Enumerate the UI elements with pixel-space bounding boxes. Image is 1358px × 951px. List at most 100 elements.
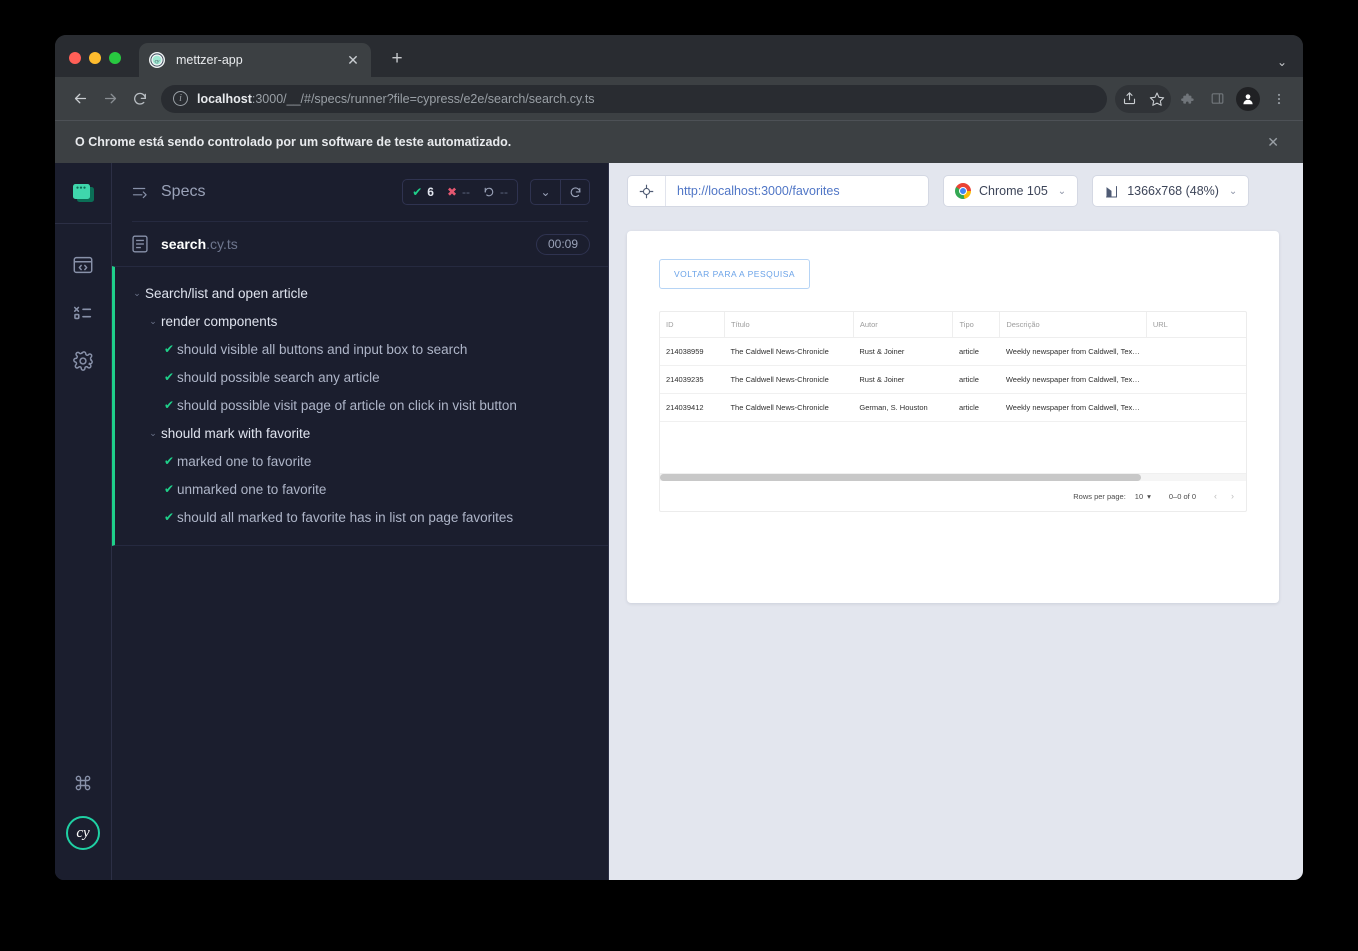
- favorites-table: ID Título Autor Tipo Descrição URL 21403…: [659, 311, 1247, 512]
- side-panel-icon[interactable]: [1203, 85, 1231, 113]
- cypress-app-logo[interactable]: [71, 183, 95, 205]
- chevron-down-icon[interactable]: ⌄: [1229, 186, 1237, 197]
- minimize-window-button[interactable]: [89, 52, 101, 64]
- cell-tipo: article: [952, 365, 1000, 394]
- tab-search-chevron-down-icon[interactable]: ⌄: [1277, 55, 1287, 69]
- cy-logo-icon[interactable]: cy: [66, 816, 100, 850]
- cell-descricao: Weekly newspaper from Caldwell, Texas t.…: [999, 365, 1147, 394]
- browser-code-icon[interactable]: [72, 254, 94, 276]
- suite-row[interactable]: ⌄ Search/list and open article: [115, 279, 608, 307]
- suite-label: Search/list and open article: [145, 285, 308, 301]
- gear-icon[interactable]: [72, 350, 94, 372]
- suite-row[interactable]: ⌄ should mark with favorite: [115, 419, 608, 447]
- test-row[interactable]: ✔ unmarked one to favorite: [115, 475, 608, 503]
- cell-id: 214039412: [660, 393, 725, 422]
- table-row[interactable]: 214039412 The Caldwell News-Chronicle Ge…: [660, 393, 1246, 422]
- table-scrollbar-thumb[interactable]: [660, 474, 1141, 481]
- viewport-selector-chip[interactable]: 1366x768 (48%) ⌄: [1092, 175, 1250, 207]
- selector-playground-icon[interactable]: [628, 176, 666, 206]
- close-window-button[interactable]: [69, 52, 81, 64]
- column-header-url[interactable]: URL: [1145, 312, 1246, 338]
- share-icon[interactable]: [1115, 85, 1143, 113]
- test-row[interactable]: ✔ should visible all buttons and input b…: [115, 335, 608, 363]
- stat-pending: --: [483, 185, 508, 199]
- automation-notice-bar: O Chrome está sendo controlado por um so…: [55, 120, 1303, 163]
- reload-icon[interactable]: [125, 84, 155, 114]
- tab-close-icon[interactable]: ✕: [345, 52, 361, 68]
- specs-list-icon: [132, 185, 149, 199]
- collapse-chevron-down-icon[interactable]: ⌄: [531, 180, 560, 204]
- column-header-tipo[interactable]: Tipo: [952, 312, 1000, 338]
- test-row[interactable]: ✔ should all marked to favorite has in l…: [115, 503, 608, 531]
- command-keyboard-icon[interactable]: [72, 772, 94, 794]
- address-bar[interactable]: i localhost:3000/__/#/specs/runner?file=…: [161, 84, 1107, 113]
- cell-autor: German, S. Houston: [853, 393, 953, 422]
- table-empty-cell: [660, 421, 1246, 474]
- column-header-descricao[interactable]: Descrição: [999, 312, 1147, 338]
- spec-file-extension: .cy.ts: [206, 236, 238, 252]
- file-icon: [132, 235, 148, 253]
- cell-titulo: The Caldwell News-Chronicle: [724, 393, 854, 422]
- table-row[interactable]: 214038959 The Caldwell News-Chronicle Ru…: [660, 337, 1246, 366]
- chevron-down-icon[interactable]: ⌄: [1058, 186, 1066, 197]
- browser-tab[interactable]: cy mettzer-app ✕: [139, 43, 371, 77]
- spec-test-tree: ⌄ Search/list and open article ⌄ render …: [112, 266, 608, 546]
- rail-bottom-items: cy: [66, 772, 100, 880]
- test-row[interactable]: ✔ marked one to favorite: [115, 447, 608, 475]
- profile-avatar-icon[interactable]: [1236, 86, 1260, 111]
- rows-per-page-select[interactable]: 10 ▾: [1135, 492, 1151, 501]
- forward-arrow-right-icon[interactable]: [95, 84, 125, 114]
- kebab-menu-icon[interactable]: [1265, 85, 1293, 113]
- spec-duration-badge: 00:09: [535, 233, 590, 255]
- cell-tipo: article: [952, 337, 1000, 366]
- failed-count: --: [462, 185, 470, 199]
- chevron-left-icon[interactable]: ‹: [1214, 491, 1217, 501]
- back-arrow-left-icon[interactable]: [65, 84, 95, 114]
- cell-titulo: The Caldwell News-Chronicle: [724, 337, 854, 366]
- url-host: localhost: [197, 91, 252, 106]
- suite-row[interactable]: ⌄ render components: [115, 307, 608, 335]
- chevron-down-icon[interactable]: ⌄: [129, 288, 145, 299]
- column-header-id[interactable]: ID: [660, 312, 725, 338]
- table-row[interactable]: 214039235 The Caldwell News-Chronicle Ru…: [660, 365, 1246, 394]
- column-header-autor[interactable]: Autor: [852, 312, 953, 338]
- chevron-down-icon[interactable]: ⌄: [145, 316, 161, 327]
- rail-divider: [55, 223, 111, 224]
- test-row[interactable]: ✔ should possible visit page of article …: [115, 391, 608, 419]
- cell-autor: Rust & Joiner: [853, 365, 953, 394]
- browser-toolbar: i localhost:3000/__/#/specs/runner?file=…: [55, 77, 1303, 120]
- cell-url: [1146, 337, 1246, 366]
- test-label: should all marked to favorite has in lis…: [177, 509, 514, 525]
- browser-selector-chip[interactable]: Chrome 105 ⌄: [943, 175, 1079, 207]
- test-row[interactable]: ✔ should possible search any article: [115, 363, 608, 391]
- column-header-titulo[interactable]: Título: [723, 312, 854, 338]
- notice-close-icon[interactable]: ✕: [1263, 134, 1283, 151]
- star-icon[interactable]: [1143, 85, 1171, 113]
- runs-list-icon[interactable]: [72, 302, 94, 324]
- check-icon: ✔: [163, 454, 175, 468]
- pending-icon: [483, 186, 495, 198]
- maximize-window-button[interactable]: [109, 52, 121, 64]
- back-to-search-button[interactable]: VOLTAR PARA A PESQUISA: [659, 259, 811, 289]
- automation-notice-text: O Chrome está sendo controlado por um so…: [75, 135, 512, 149]
- rerun-reload-icon[interactable]: [560, 180, 589, 204]
- info-circle-icon[interactable]: i: [173, 91, 188, 106]
- spec-file-row[interactable]: search.cy.ts 00:09: [112, 222, 608, 266]
- stat-passed: ✔ 6: [412, 185, 434, 199]
- extensions-puzzle-icon[interactable]: [1173, 85, 1201, 113]
- aut-url-box[interactable]: http://localhost:3000/favorites: [627, 175, 929, 207]
- table-header-row: ID Título Autor Tipo Descrição URL: [660, 312, 1246, 338]
- check-icon: ✔: [163, 370, 175, 384]
- rail-nav-items: [72, 254, 94, 372]
- viewport-size-icon: [1104, 184, 1119, 199]
- pending-count: --: [500, 185, 508, 199]
- table-horizontal-scrollbar[interactable]: [660, 474, 1246, 481]
- specs-header: Specs ✔ 6 ✖ -- -- ⌄: [112, 163, 608, 221]
- cell-tipo: article: [952, 393, 1000, 422]
- chevron-right-icon[interactable]: ›: [1231, 491, 1234, 501]
- svg-text:cy: cy: [155, 58, 160, 64]
- cell-id: 214039235: [660, 365, 725, 394]
- chevron-down-icon[interactable]: ⌄: [145, 428, 161, 439]
- table-pagination-footer: Rows per page: 10 ▾ 0–0 of 0 ‹ ›: [660, 481, 1246, 511]
- new-tab-button[interactable]: +: [385, 47, 409, 71]
